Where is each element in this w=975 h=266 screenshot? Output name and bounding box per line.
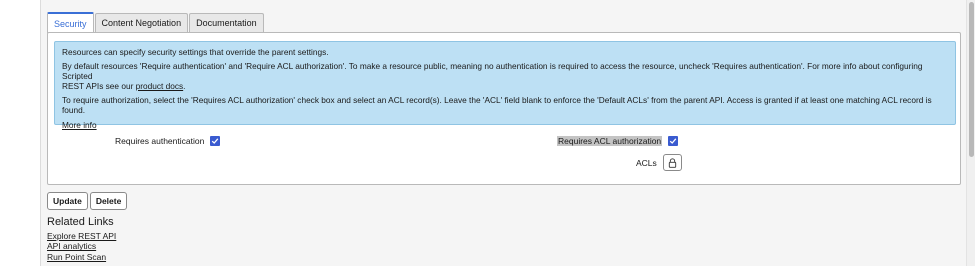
requires-acl-authorization-label: Requires ACL authorization bbox=[557, 136, 663, 146]
left-gutter bbox=[0, 0, 41, 266]
tab-documentation[interactable]: Documentation bbox=[189, 13, 264, 32]
explore-rest-api-link[interactable]: Explore REST API bbox=[47, 231, 116, 241]
check-icon bbox=[212, 138, 219, 144]
tab-bar: Security Content Negotiation Documentati… bbox=[47, 12, 265, 33]
acls-lock-button[interactable] bbox=[662, 154, 682, 171]
form-content: Security Content Negotiation Documentati… bbox=[41, 0, 966, 266]
scrollbar-thumb[interactable] bbox=[969, 2, 974, 157]
requires-authentication-checkbox[interactable] bbox=[210, 136, 221, 146]
tab-content-negotiation[interactable]: Content Negotiation bbox=[94, 13, 189, 32]
delete-button[interactable]: Delete bbox=[89, 192, 128, 210]
info-message: Resources can specify security settings … bbox=[54, 41, 956, 130]
related-links-title: Related Links bbox=[47, 216, 114, 228]
form-buttons: Update Delete bbox=[47, 192, 129, 210]
info-line-2-end: . bbox=[183, 81, 186, 91]
api-analytics-link[interactable]: API analytics bbox=[47, 241, 116, 251]
acls-label: ACLs bbox=[636, 157, 657, 168]
product-docs-link[interactable]: product docs bbox=[136, 81, 184, 91]
check-icon bbox=[669, 138, 677, 144]
info-line-2b: REST APIs see our product docs. bbox=[62, 81, 948, 91]
info-line-2b-text: REST APIs see our bbox=[62, 81, 136, 91]
related-links-list: Explore REST API API analytics Run Point… bbox=[47, 231, 116, 262]
update-button[interactable]: Update bbox=[47, 192, 88, 210]
tab-security[interactable]: Security bbox=[47, 12, 94, 33]
requires-authentication-label: Requires authentication bbox=[115, 136, 205, 146]
more-info-link[interactable]: More info bbox=[62, 120, 97, 130]
security-panel: Resources can specify security settings … bbox=[47, 32, 961, 185]
requires-authentication-field: Requires authentication bbox=[115, 136, 221, 146]
requires-acl-authorization-field: Requires ACL authorization bbox=[557, 136, 679, 146]
run-point-scan-link[interactable]: Run Point Scan bbox=[47, 252, 116, 262]
info-line-3: To require authorization, select the 'Re… bbox=[62, 95, 932, 115]
info-line-2a: By default resources 'Require authentica… bbox=[62, 61, 923, 81]
vertical-scrollbar[interactable] bbox=[966, 0, 975, 266]
acls-field: ACLs bbox=[636, 154, 682, 171]
requires-acl-authorization-checkbox[interactable] bbox=[668, 136, 679, 146]
info-line-1: Resources can specify security settings … bbox=[62, 47, 329, 57]
lock-icon bbox=[668, 157, 676, 168]
